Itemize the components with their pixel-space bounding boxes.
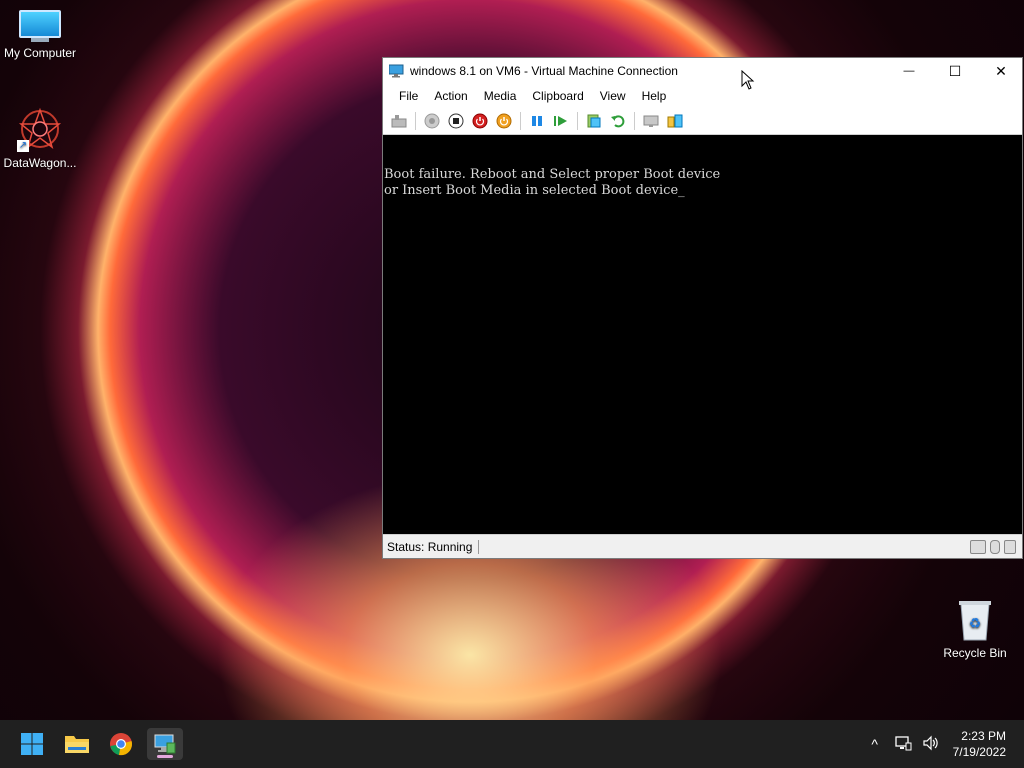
active-app-indicator bbox=[157, 755, 173, 758]
clock-time: 2:23 PM bbox=[961, 729, 1006, 743]
save-icon[interactable] bbox=[495, 112, 513, 130]
network-icon[interactable] bbox=[891, 735, 915, 754]
volume-icon[interactable] bbox=[919, 735, 943, 754]
menu-bar: File Action Media Clipboard View Help bbox=[383, 84, 1022, 108]
desktop-icon-recycle-bin[interactable]: ♻ Recycle Bin bbox=[935, 598, 1015, 660]
menu-help[interactable]: Help bbox=[634, 89, 675, 103]
mouse-icon bbox=[990, 539, 1000, 554]
maximize-button[interactable]: ☐ bbox=[932, 58, 978, 84]
enhanced-session-icon[interactable] bbox=[642, 112, 660, 130]
monitor-icon bbox=[19, 10, 61, 42]
chrome-icon bbox=[110, 733, 132, 756]
menu-clipboard[interactable]: Clipboard bbox=[524, 89, 591, 103]
menu-media[interactable]: Media bbox=[476, 89, 525, 103]
turn-off-icon[interactable] bbox=[447, 112, 465, 130]
file-explorer-button[interactable] bbox=[59, 728, 95, 760]
minimize-button[interactable]: — bbox=[886, 58, 932, 84]
clock-date: 7/19/2022 bbox=[952, 745, 1006, 759]
console-line: or Insert Boot Media in selected Boot de… bbox=[384, 183, 685, 198]
title-bar[interactable]: windows 8.1 on VM6 - Virtual Machine Con… bbox=[383, 58, 1022, 84]
close-button[interactable]: ✕ bbox=[978, 58, 1024, 84]
desktop-icon-datawagon[interactable]: ↗ DataWagon... bbox=[0, 106, 80, 170]
mouse-cursor-icon bbox=[741, 70, 755, 90]
windows-logo-icon bbox=[21, 733, 43, 755]
folder-icon bbox=[65, 736, 89, 753]
menu-file[interactable]: File bbox=[391, 89, 426, 103]
status-text: Status: Running bbox=[383, 539, 480, 554]
checkpoint-icon[interactable] bbox=[585, 112, 603, 130]
toolbar-separator bbox=[634, 112, 635, 130]
vm-connection-taskbar-button[interactable] bbox=[147, 728, 183, 760]
vm-connection-icon bbox=[389, 64, 404, 78]
desktop-icon-label: My Computer bbox=[3, 46, 77, 60]
taskbar: ^ 2:23 PM 7/19/2022 bbox=[0, 720, 1024, 768]
status-bar: Status: Running bbox=[383, 534, 1022, 558]
desktop-icon-label: DataWagon... bbox=[3, 156, 77, 170]
desktop-icon-my-computer[interactable]: My Computer bbox=[0, 10, 80, 60]
share-icon[interactable] bbox=[666, 112, 684, 130]
menu-action[interactable]: Action bbox=[426, 89, 475, 103]
console-line: Boot failure. Reboot and Select proper B… bbox=[384, 167, 721, 182]
menu-view[interactable]: View bbox=[592, 89, 634, 103]
toolbar-separator bbox=[577, 112, 578, 130]
window-title: windows 8.1 on VM6 - Virtual Machine Con… bbox=[410, 64, 678, 78]
svg-text:♻: ♻ bbox=[969, 615, 982, 631]
vm-connection-icon bbox=[154, 734, 176, 754]
recycle-bin-icon: ♻ bbox=[956, 598, 994, 642]
lock-icon bbox=[1004, 539, 1016, 554]
pause-icon[interactable] bbox=[528, 112, 546, 130]
resume-icon[interactable] bbox=[552, 112, 570, 130]
vm-connection-window: windows 8.1 on VM6 - Virtual Machine Con… bbox=[382, 57, 1023, 559]
datawagon-logo-icon: ↗ bbox=[17, 106, 63, 152]
status-indicators bbox=[970, 539, 1022, 554]
toolbar-separator bbox=[520, 112, 521, 130]
start-button[interactable] bbox=[14, 728, 50, 760]
revert-icon[interactable] bbox=[609, 112, 627, 130]
toolbar-separator bbox=[415, 112, 416, 130]
show-hidden-icons-chevron-icon[interactable]: ^ bbox=[863, 736, 887, 752]
desktop-icon-label: Recycle Bin bbox=[943, 646, 1007, 660]
clock[interactable]: 2:23 PM 7/19/2022 bbox=[945, 728, 1024, 760]
shortcut-arrow-icon: ↗ bbox=[17, 140, 29, 152]
vm-console-screen[interactable]: Boot failure. Reboot and Select proper B… bbox=[383, 135, 1022, 535]
toolbar bbox=[383, 108, 1022, 135]
console-output: Boot failure. Reboot and Select proper B… bbox=[383, 167, 720, 199]
ctrl-alt-del-icon[interactable] bbox=[390, 112, 408, 130]
shut-down-icon[interactable] bbox=[471, 112, 489, 130]
system-tray: ^ 2:23 PM 7/19/2022 bbox=[861, 720, 1024, 768]
keyboard-icon bbox=[970, 539, 986, 554]
start-icon[interactable] bbox=[423, 112, 441, 130]
chrome-button[interactable] bbox=[103, 728, 139, 760]
